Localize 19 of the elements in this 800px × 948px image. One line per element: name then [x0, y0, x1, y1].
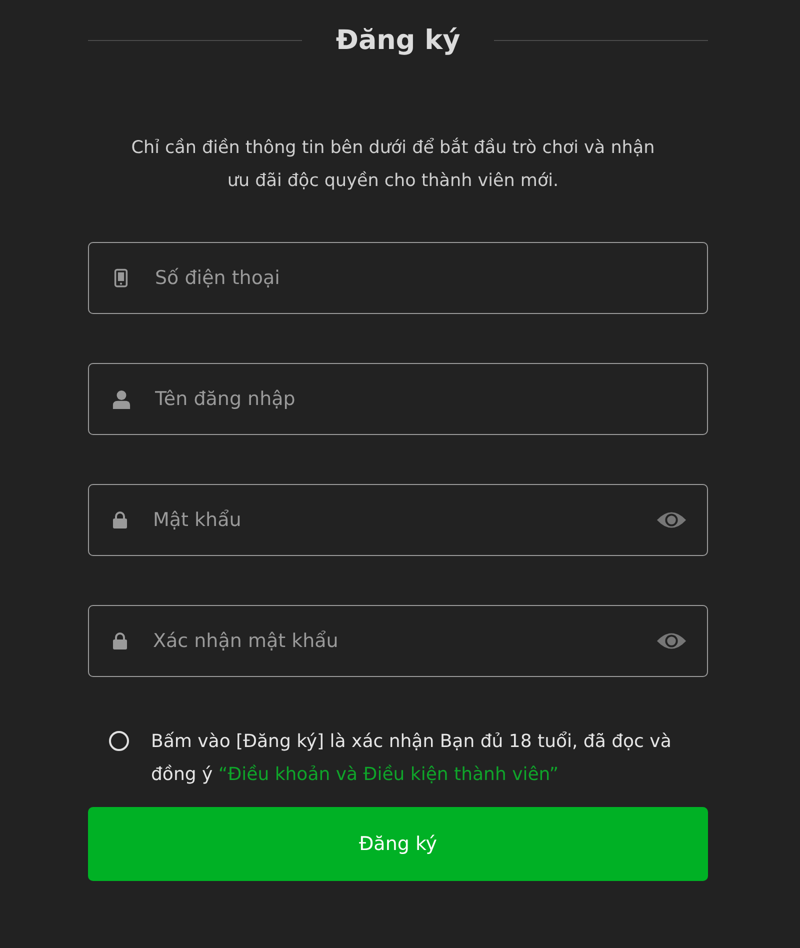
lock-icon [111, 631, 129, 651]
eye-icon[interactable] [656, 510, 687, 530]
eye-icon[interactable] [656, 631, 687, 651]
text-input[interactable]: Số điện thoại [155, 267, 687, 289]
agreement-text: Bấm vào [Đăng ký] là xác nhận Bạn đủ 18 tuổi, đã đọc và đồng ý “Điều khoản và Điều kiện thành viên” [151, 730, 672, 787]
register-button[interactable]: Đăng ký [88, 807, 708, 881]
text-input[interactable]: Tên đăng nhập [155, 388, 687, 410]
text-input[interactable]: Xác nhận mật khẩu [153, 630, 656, 652]
user-icon [111, 389, 131, 409]
input-field[interactable]: Xác nhận mật khẩu [88, 605, 708, 677]
lock-icon [111, 510, 129, 530]
description-text: Chỉ cần điền thông tin bên dưới để bắt đầu trò chơi và nhận ưu đãi độc quyền cho thành viên mới. [130, 136, 656, 193]
input-field[interactable]: Số điện thoại [88, 242, 708, 314]
terms-link[interactable]: “Điều khoản và Điều kiện thành viên” [218, 764, 559, 785]
agree-checkbox[interactable] [109, 731, 129, 751]
page-title: Đăng ký [336, 24, 460, 56]
input-field[interactable]: Mật khẩu [88, 484, 708, 556]
input-field[interactable]: Tên đăng nhập [88, 363, 708, 435]
text-input[interactable]: Mật khẩu [153, 509, 656, 531]
